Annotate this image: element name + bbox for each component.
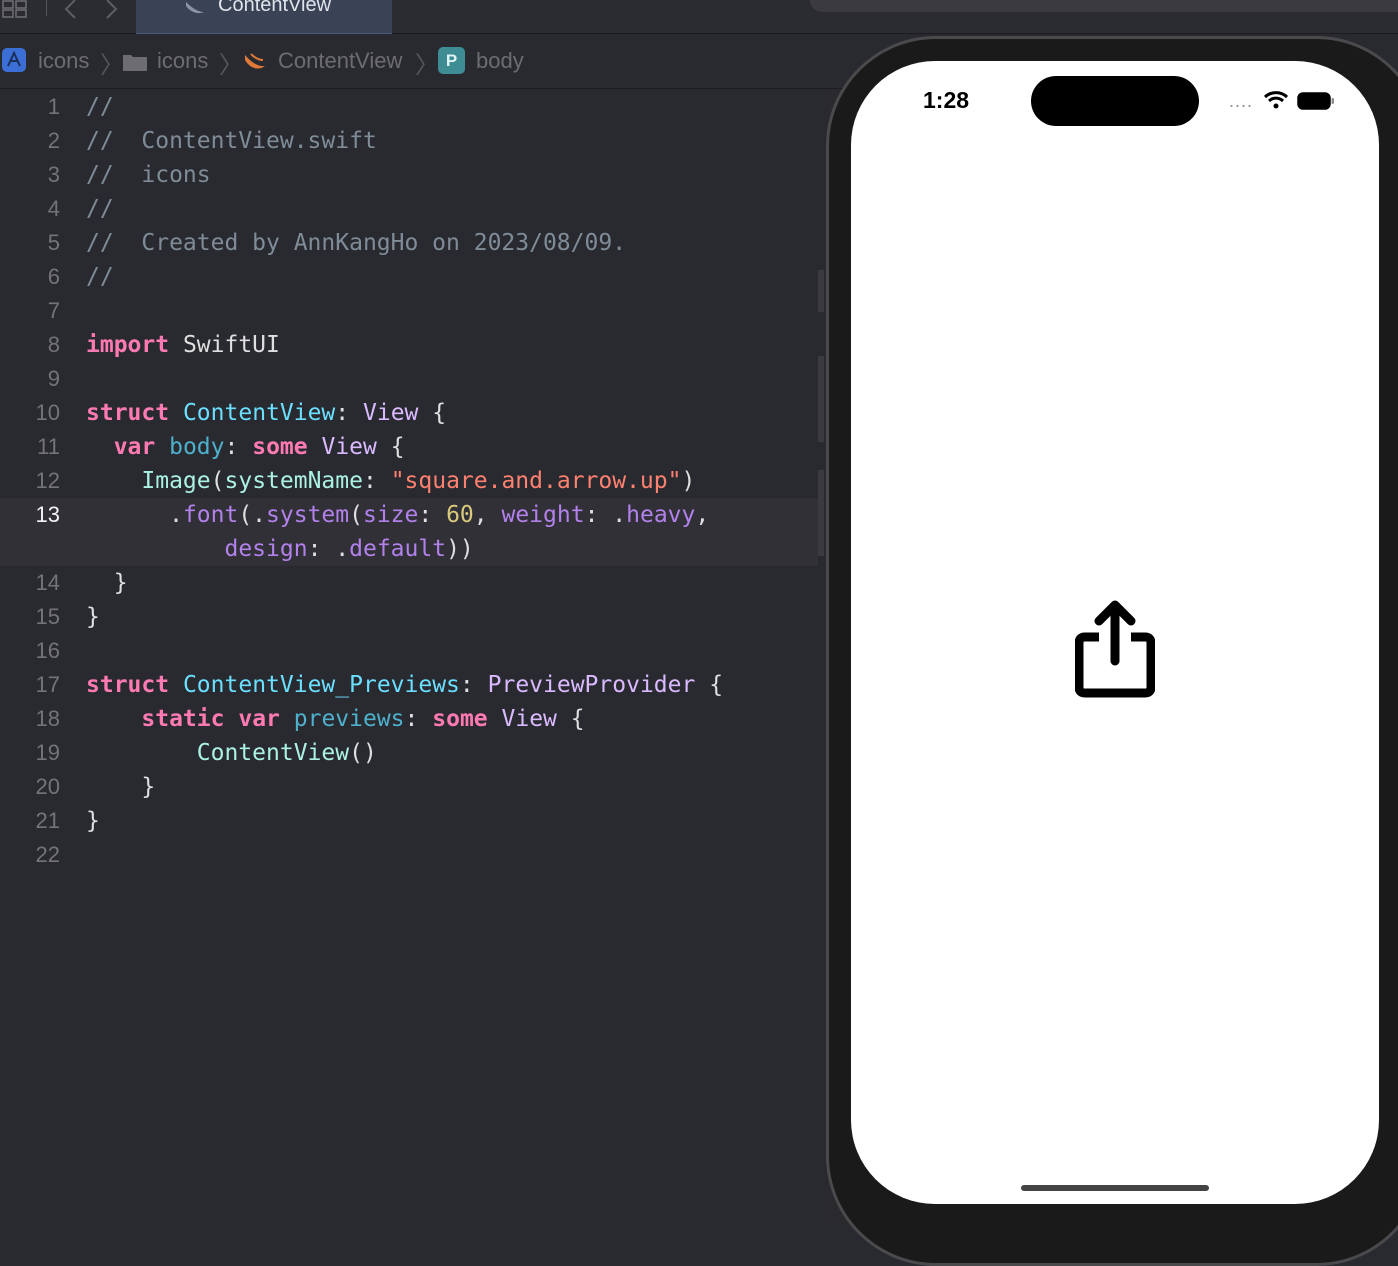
line-number: 10 [35, 400, 60, 425]
code-line-current: 13 .font(.system(size: 60, weight: .heav… [0, 498, 826, 566]
code-text: .font(.system(size: 60, weight: .heavy, [86, 502, 710, 528]
breadcrumb-separator-icon: 〉 [100, 52, 124, 79]
code-text: var body: some View { [113, 434, 405, 460]
line-number: 19 [35, 740, 60, 765]
code-text: struct ContentView: View { [86, 400, 447, 426]
square-and-arrow-up-icon [1074, 599, 1156, 704]
code-text: } [141, 774, 156, 800]
simulator-screen[interactable]: 1:28 .... [851, 61, 1379, 1204]
code-line: 17 struct ContentView_Previews: PreviewP… [0, 668, 826, 702]
swift-file-icon [184, 0, 206, 16]
code-line: 22 [0, 838, 826, 872]
minimap-marker [818, 270, 824, 312]
home-indicator[interactable] [1021, 1185, 1209, 1191]
code-line: 3 // icons [0, 158, 826, 192]
breadcrumb-file[interactable]: ContentView [278, 47, 402, 75]
line-number: 2 [47, 128, 60, 153]
forward-chevron-icon[interactable] [102, 0, 120, 24]
code-line: 10 struct ContentView: View { [0, 396, 826, 430]
code-line: 8 import SwiftUI [0, 328, 826, 362]
code-line: 14 } [0, 566, 826, 600]
code-line: 11 var body: some View { [0, 430, 826, 464]
pane-splitter[interactable] [818, 90, 826, 1226]
grid-icon[interactable] [2, 0, 28, 22]
status-time: 1:28 [923, 87, 970, 113]
code-comment: // [86, 196, 114, 222]
line-number: 17 [35, 672, 60, 697]
code-line: 19 ContentView() [0, 736, 826, 770]
minimap-marker [818, 470, 824, 556]
code-line: 4 // [0, 192, 826, 226]
code-text: import SwiftUI [86, 332, 280, 358]
cellular-signal-icon: .... [1229, 91, 1254, 111]
code-line: 18 static var previews: some View { [0, 702, 826, 736]
line-number: 4 [47, 196, 60, 221]
code-comment: // Created by AnnKangHo on 2023/08/09. [86, 230, 627, 256]
line-number: 5 [47, 230, 60, 255]
line-number: 16 [35, 638, 60, 663]
code-line: 16 [0, 634, 826, 668]
breadcrumb-separator-icon: 〉 [415, 52, 439, 79]
code-text-wrapped: design: .default)) [224, 536, 474, 562]
code-text: } [86, 604, 100, 630]
code-text: } [113, 570, 128, 596]
toolbar-divider [46, 0, 47, 16]
battery-icon [1297, 91, 1335, 116]
code-comment: // icons [86, 162, 211, 188]
back-chevron-icon[interactable] [62, 0, 80, 24]
code-text: Image(systemName: "square.and.arrow.up") [141, 468, 696, 494]
code-comment: // [86, 264, 114, 290]
line-number: 1 [47, 94, 60, 119]
breadcrumb-symbol[interactable]: body [476, 47, 524, 75]
code-line: 7 [0, 294, 826, 328]
breadcrumb-project[interactable]: icons [38, 47, 89, 75]
code-line: 6 // [0, 260, 826, 294]
code-text: struct ContentView_Previews: PreviewProv… [86, 672, 724, 698]
line-number: 13 [35, 502, 60, 527]
line-number: 8 [47, 332, 60, 357]
line-number: 20 [35, 774, 60, 799]
code-line: 1 // [0, 90, 826, 124]
code-editor[interactable]: 1 // 2 // ContentView.swift 3 // icons 4… [0, 90, 826, 1226]
tab-contentview[interactable]: ContentView [136, 0, 392, 35]
breadcrumb-folder[interactable]: icons [157, 47, 208, 75]
line-number: 11 [37, 434, 60, 459]
code-text: } [86, 808, 100, 834]
code-comment: // ContentView.swift [86, 128, 377, 154]
code-line: 9 [0, 362, 826, 396]
line-number: 9 [47, 366, 60, 391]
line-number: 18 [35, 706, 60, 731]
minimap-marker [818, 356, 824, 442]
code-text: static var previews: some View { [141, 706, 585, 732]
line-number: 21 [35, 808, 60, 833]
code-line: 15 } [0, 600, 826, 634]
code-text: ContentView() [196, 740, 377, 766]
line-number: 6 [47, 264, 60, 289]
editor-toolbar: ContentView [0, 0, 1398, 35]
code-line: 21 } [0, 804, 826, 838]
swift-file-icon [243, 52, 267, 77]
line-number: 3 [47, 162, 60, 187]
line-number: 14 [35, 570, 60, 595]
code-line: 12 Image(systemName: "square.and.arrow.u… [0, 464, 826, 498]
breadcrumb-separator-icon: 〉 [219, 52, 243, 79]
app-project-icon[interactable] [2, 48, 26, 72]
tab-label: ContentView [218, 0, 332, 16]
line-number: 15 [35, 604, 60, 629]
folder-icon [122, 52, 148, 77]
preview-toolbar [810, 0, 1398, 12]
code-line: 20 } [0, 770, 826, 804]
line-number: 7 [47, 298, 60, 323]
wifi-icon [1263, 90, 1289, 115]
dynamic-island [1031, 76, 1199, 126]
line-number: 22 [35, 842, 60, 867]
code-line: 2 // ContentView.swift [0, 124, 826, 158]
property-badge-icon: P [438, 47, 465, 74]
code-line: 5 // Created by AnnKangHo on 2023/08/09. [0, 226, 826, 260]
line-number: 12 [35, 468, 60, 493]
code-comment: // [86, 94, 114, 120]
